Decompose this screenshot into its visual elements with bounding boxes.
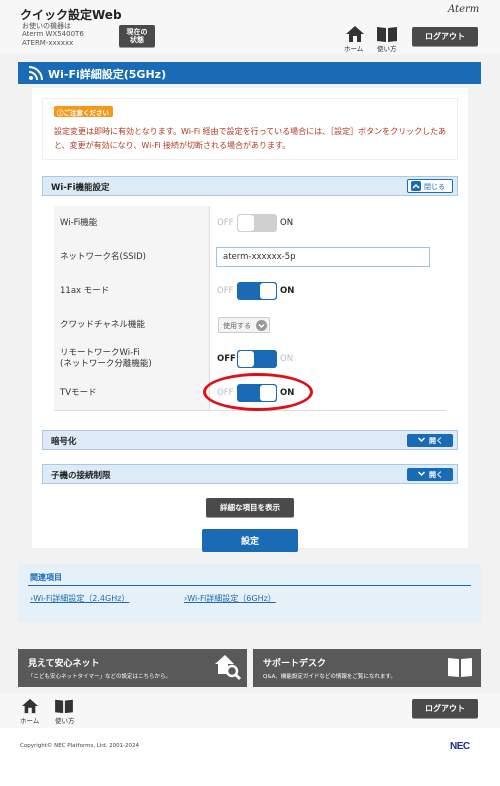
home-search-icon (214, 653, 242, 684)
link-label: Wi-Fi詳細設定（6GHz） (187, 594, 276, 603)
on-label: ON (280, 286, 295, 296)
table-row: Wi-Fi機能 OFF ON (54, 206, 446, 241)
on-label: ON (280, 218, 294, 228)
11ax-mode-toggle[interactable] (237, 282, 277, 300)
row-label: Wi-Fi機能 (54, 206, 210, 240)
encryption-section-header[interactable]: 暗号化 開く (42, 430, 458, 450)
expand-button[interactable]: 開く (407, 468, 453, 481)
table-row: リモートワークWi-Fi (ネットワーク分離機能) OFF ON (54, 342, 446, 377)
ssid-input[interactable]: aterm-xxxxxx-5p (216, 247, 430, 267)
page-title: Wi-Fi詳細設定(5GHz) (48, 68, 167, 81)
banner-sub: 「こども安心ネットタイマー」などの設定はこちらから。 (28, 674, 172, 680)
wifi-function-toggle[interactable] (237, 214, 277, 232)
off-label: OFF (217, 218, 234, 228)
row-value: 使用する (210, 308, 446, 342)
chevron-up-icon (411, 181, 421, 191)
off-label: OFF (217, 286, 234, 296)
remote-work-toggle[interactable] (237, 350, 277, 368)
encryption-title: 暗号化 (51, 437, 77, 447)
logout-button[interactable]: ログアウト (412, 27, 478, 46)
child-limit-title: 子機の接続制限 (51, 471, 111, 481)
brand-logo: Aterm (448, 4, 480, 15)
chevron-down-icon (256, 320, 267, 331)
mieru-anshin-banner[interactable]: 見えて安心ネット 「こども安心ネットタイマー」などの設定はこちらから。 (18, 649, 247, 687)
related-divider (28, 585, 471, 586)
banner-title: 見えて安心ネット (28, 659, 100, 669)
home-icon[interactable] (345, 25, 365, 43)
table-row: 11ax モード OFF ON (54, 274, 446, 309)
ssid-value: aterm-xxxxxx-5p (223, 252, 296, 262)
home-label[interactable]: ホーム (344, 43, 363, 53)
row-label: 11ax モード (54, 274, 210, 308)
link-label: Wi-Fi詳細設定（2.4GHz） (33, 594, 130, 603)
related-link-24ghz[interactable]: ›Wi-Fi詳細設定（2.4GHz） (30, 593, 129, 604)
expand-button[interactable]: 開く (407, 434, 453, 447)
row-label: ネットワーク名(SSID) (54, 240, 210, 274)
wifi-section-title: Wi-Fi機能設定 (51, 183, 110, 193)
expand-label: 開く (429, 436, 443, 445)
related-title: 関連項目 (30, 573, 62, 582)
footer-help-label[interactable]: 使い方 (55, 715, 75, 725)
help-label[interactable]: 使い方 (377, 43, 397, 53)
collapse-button[interactable]: 閉じる (407, 179, 453, 193)
chevron-down-icon (417, 469, 426, 480)
row-label: TVモード (54, 376, 210, 410)
child-limit-section-header[interactable]: 子機の接続制限 開く (42, 464, 458, 484)
select-value: 使用する (223, 322, 251, 330)
support-desk-banner[interactable]: サポートデスク Q&A、機能設定ガイドなどの情報をご覧になれます。 (253, 649, 481, 687)
related-link-6ghz[interactable]: ›Wi-Fi詳細設定（6GHz） (184, 593, 276, 604)
row-value: aterm-xxxxxx-5p (210, 240, 446, 274)
submit-button[interactable]: 設定 (202, 529, 298, 552)
row-label: リモートワークWi-Fi (ネットワーク分離機能) (54, 342, 210, 376)
highlight-ellipse (203, 373, 313, 411)
book-icon (447, 655, 473, 682)
footer-logout-button[interactable]: ログアウト (412, 699, 478, 718)
nec-logo: NEC (450, 741, 470, 752)
row-value: OFF ON (210, 206, 446, 240)
show-details-button[interactable]: 詳細な項目を表示 (206, 498, 294, 517)
table-row: ネットワーク名(SSID) aterm-xxxxxx-5p (54, 240, 446, 275)
wifi-section-header: Wi-Fi機能設定 閉じる (42, 176, 458, 196)
row-value: OFF ON (210, 274, 446, 308)
banner-title: サポートデスク (263, 659, 327, 669)
copyright-bar (0, 728, 500, 786)
notice-badge-label: ご注意ください (63, 109, 110, 117)
notice-badge: ⓘご注意ください (54, 106, 113, 117)
notice-text: 設定変更は即時に有効となります。Wi-Fi 経由で設定を行っている場合には、［設… (54, 127, 447, 150)
expand-label: 開く (429, 470, 443, 479)
table-row: クワッドチャネル機能 使用する (54, 308, 446, 343)
on-label: ON (280, 354, 294, 364)
wifi-icon (28, 65, 44, 84)
device-model: Aterm WX5400T6 (22, 30, 84, 38)
collapse-label: 閉じる (424, 183, 445, 191)
off-label: OFF (217, 354, 236, 364)
copyright: Copyright© NEC Platforms, Ltd. 2001-2024 (20, 743, 140, 749)
book-icon[interactable] (376, 25, 398, 43)
chevron-down-icon (417, 435, 426, 446)
row-label: クワッドチャネル機能 (54, 308, 210, 342)
row-value: OFF ON (210, 342, 446, 376)
footer-home-label[interactable]: ホーム (20, 715, 39, 725)
page-title-bar: Wi-Fi詳細設定(5GHz) (18, 62, 481, 84)
device-id: ATERM-xxxxxx (22, 39, 74, 47)
banner-sub: Q&A、機能設定ガイドなどの情報をご覧になれます。 (263, 674, 396, 680)
quad-channel-select[interactable]: 使用する (218, 317, 270, 333)
current-status-button[interactable]: 現在の 状態 (119, 25, 155, 47)
